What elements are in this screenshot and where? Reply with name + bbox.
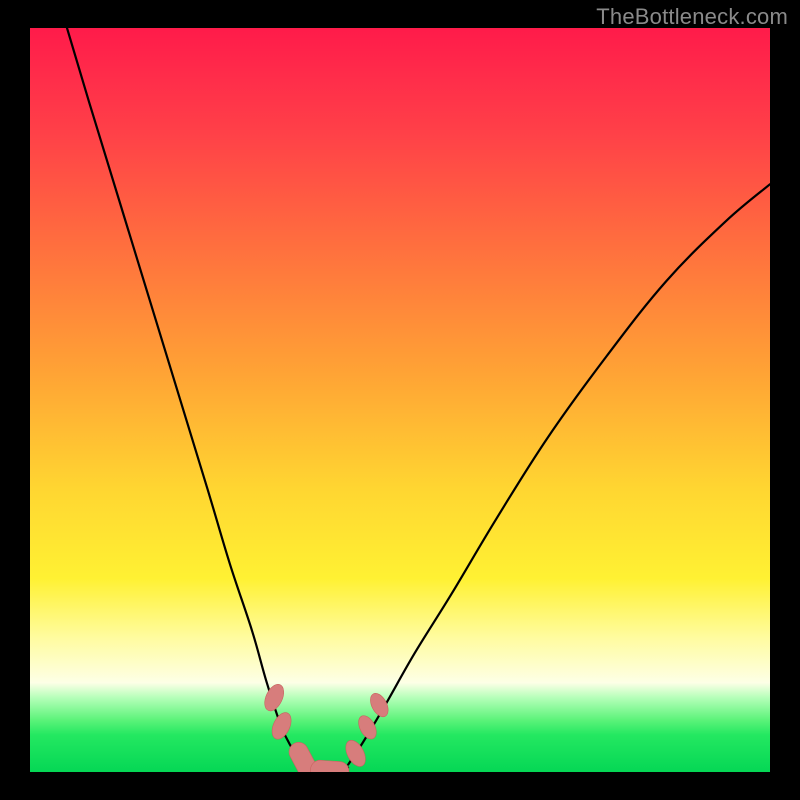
marker-6	[367, 690, 392, 719]
marker-5	[355, 713, 380, 742]
watermark-text: TheBottleneck.com	[596, 4, 788, 30]
markers-svg	[30, 28, 770, 772]
plot-area	[30, 28, 770, 772]
marker-0	[261, 681, 288, 714]
marker-1	[268, 710, 295, 743]
marker-3	[310, 760, 350, 772]
image-frame: TheBottleneck.com	[0, 0, 800, 800]
